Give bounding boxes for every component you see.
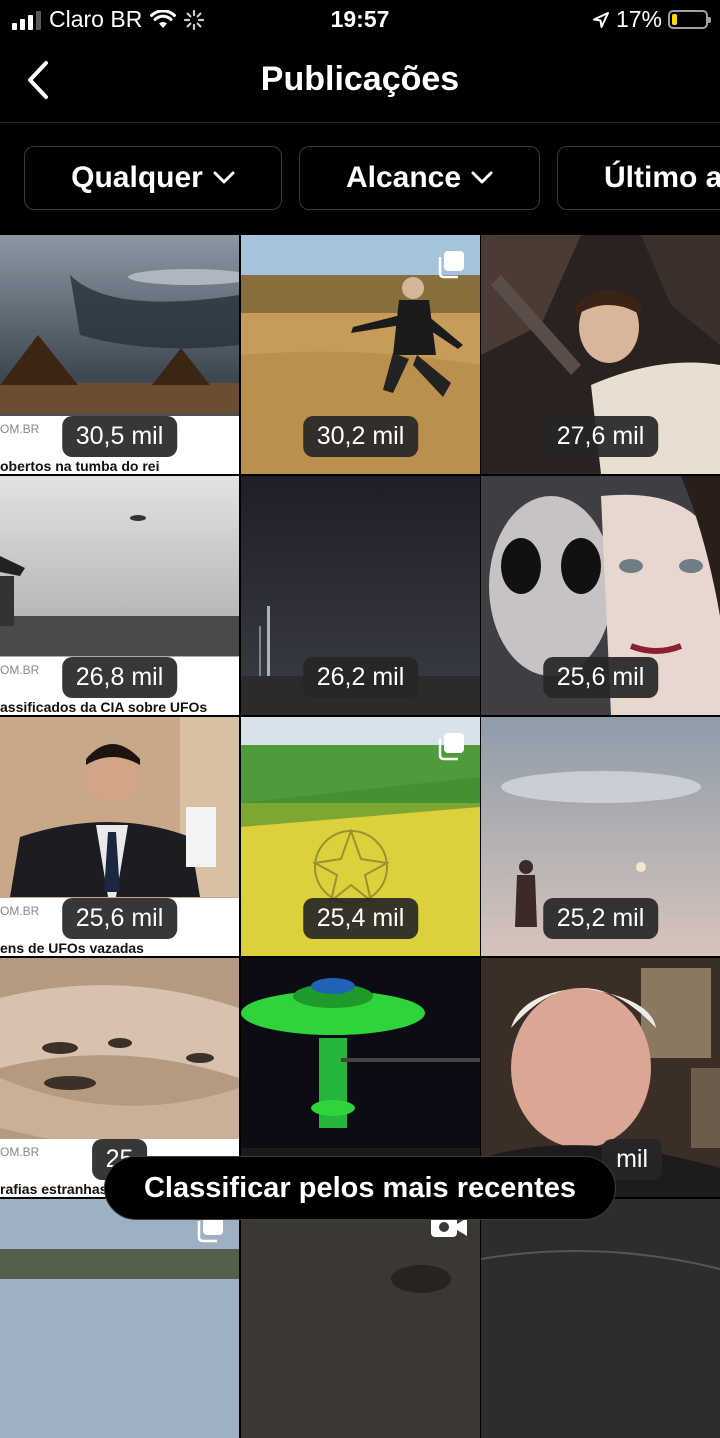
sort-toast-label: Classificar pelos mais recentes — [143, 1171, 576, 1204]
post-tile[interactable]: OM.BR obertos na tumba do rei Tutancâmo … — [0, 235, 239, 474]
carousel-icon — [438, 251, 464, 279]
post-tile[interactable] — [241, 1199, 480, 1438]
reach-badge: 25,2 mil — [542, 898, 659, 939]
filter-period[interactable]: Último a — [557, 146, 720, 210]
chevron-down-icon — [213, 171, 235, 184]
nav-header: Publicações — [0, 42, 720, 123]
post-tile[interactable]: 25,2 mil — [481, 717, 720, 956]
reach-badge: 25,4 mil — [302, 898, 419, 939]
post-caption: obertos na tumba do rei Tutancâmo — [0, 458, 160, 474]
reach-badge: 25,6 mil — [61, 898, 178, 939]
reach-badge: 27,6 mil — [542, 416, 659, 457]
post-tile[interactable]: 25,6 mil — [481, 476, 720, 715]
filter-label: Alcance — [345, 161, 462, 194]
post-tile[interactable] — [481, 1199, 720, 1438]
reach-badge: 30,5 mil — [61, 416, 178, 457]
post-thumbnail — [481, 1199, 720, 1438]
post-tile[interactable]: 26,2 mil — [241, 476, 480, 715]
page-title: Publicações — [260, 60, 460, 98]
battery-icon — [668, 10, 711, 29]
post-tile[interactable]: 27,6 mil — [481, 235, 720, 474]
sort-toast-button[interactable]: Classificar pelos mais recentes — [104, 1156, 616, 1220]
filter-metric[interactable]: Alcance — [299, 146, 540, 210]
filter-label: Qualquer — [71, 161, 203, 194]
chevron-down-icon — [471, 171, 493, 184]
reach-badge: 26,8 mil — [61, 657, 178, 698]
reach-badge: 25,6 mil — [542, 657, 659, 698]
carousel-icon — [438, 733, 464, 761]
battery-percent: 17% — [615, 6, 662, 32]
post-tile[interactable]: 30,2 mil — [241, 235, 480, 474]
status-bar: Claro BR 19:57 17% — [0, 0, 720, 42]
filter-content-type[interactable]: Qualquer — [24, 146, 282, 210]
battery-level — [672, 14, 678, 25]
location-arrow-icon — [592, 11, 609, 28]
post-tile[interactable]: OM.BR ens de UFOs vazadas recentemente 2… — [0, 717, 239, 956]
filter-label: Último a — [604, 161, 720, 194]
filter-bar: Qualquer Alcance Último a — [0, 146, 720, 212]
reach-badge: 30,2 mil — [302, 416, 419, 457]
post-caption: ens de UFOs vazadas recentemente — [0, 940, 144, 956]
post-tile[interactable]: 25,4 mil — [241, 717, 480, 956]
post-caption: assificados da CIA sobre UFOs — [0, 699, 208, 715]
post-tile[interactable]: OM.BR assificados da CIA sobre UFOs 26,8… — [0, 476, 239, 715]
reach-badge: 26,2 mil — [302, 657, 419, 698]
post-tile[interactable] — [0, 1199, 239, 1438]
